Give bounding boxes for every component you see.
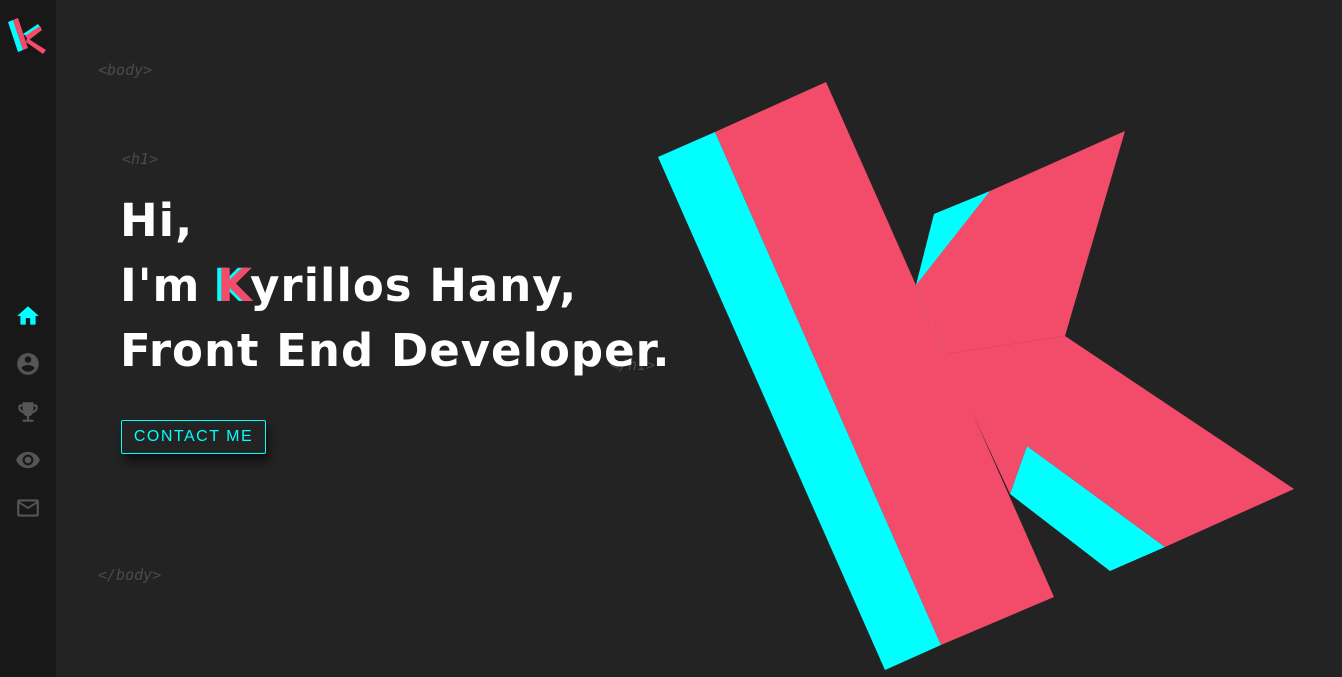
eye-icon [16,451,40,469]
hero-name-prefix: I'm [120,259,218,312]
mail-icon [17,499,39,517]
sidebar [0,0,56,677]
body-open-tag: <body> [98,61,153,79]
user-icon [17,353,39,375]
trophy-icon [18,402,38,422]
hero-name-rest: yrillos Hany, [250,259,578,312]
nav-item-achievements[interactable] [0,388,56,436]
contact-me-button[interactable]: CONTACT ME [121,420,266,454]
hero-greeting: Hi, [120,194,194,247]
hero-role: Front End Developer. [120,324,671,377]
hero-name-initial: K [217,259,251,312]
nav-item-portfolio[interactable] [0,436,56,484]
h1-open-tag: <h1> [122,150,159,168]
big-k-logo [658,82,1294,670]
body-close-tag: </body> [98,566,162,584]
k-logo-icon[interactable] [6,14,50,58]
nav-item-home[interactable] [0,292,56,340]
sidebar-nav [0,292,56,532]
nav-item-contact[interactable] [0,484,56,532]
nav-item-about[interactable] [0,340,56,388]
hero-heading: Hi, I'm Kyrillos Hany, Front End Develop… [120,188,671,383]
hero-name-line: I'm Kyrillos Hany, [120,253,671,318]
home-icon [17,306,39,325]
